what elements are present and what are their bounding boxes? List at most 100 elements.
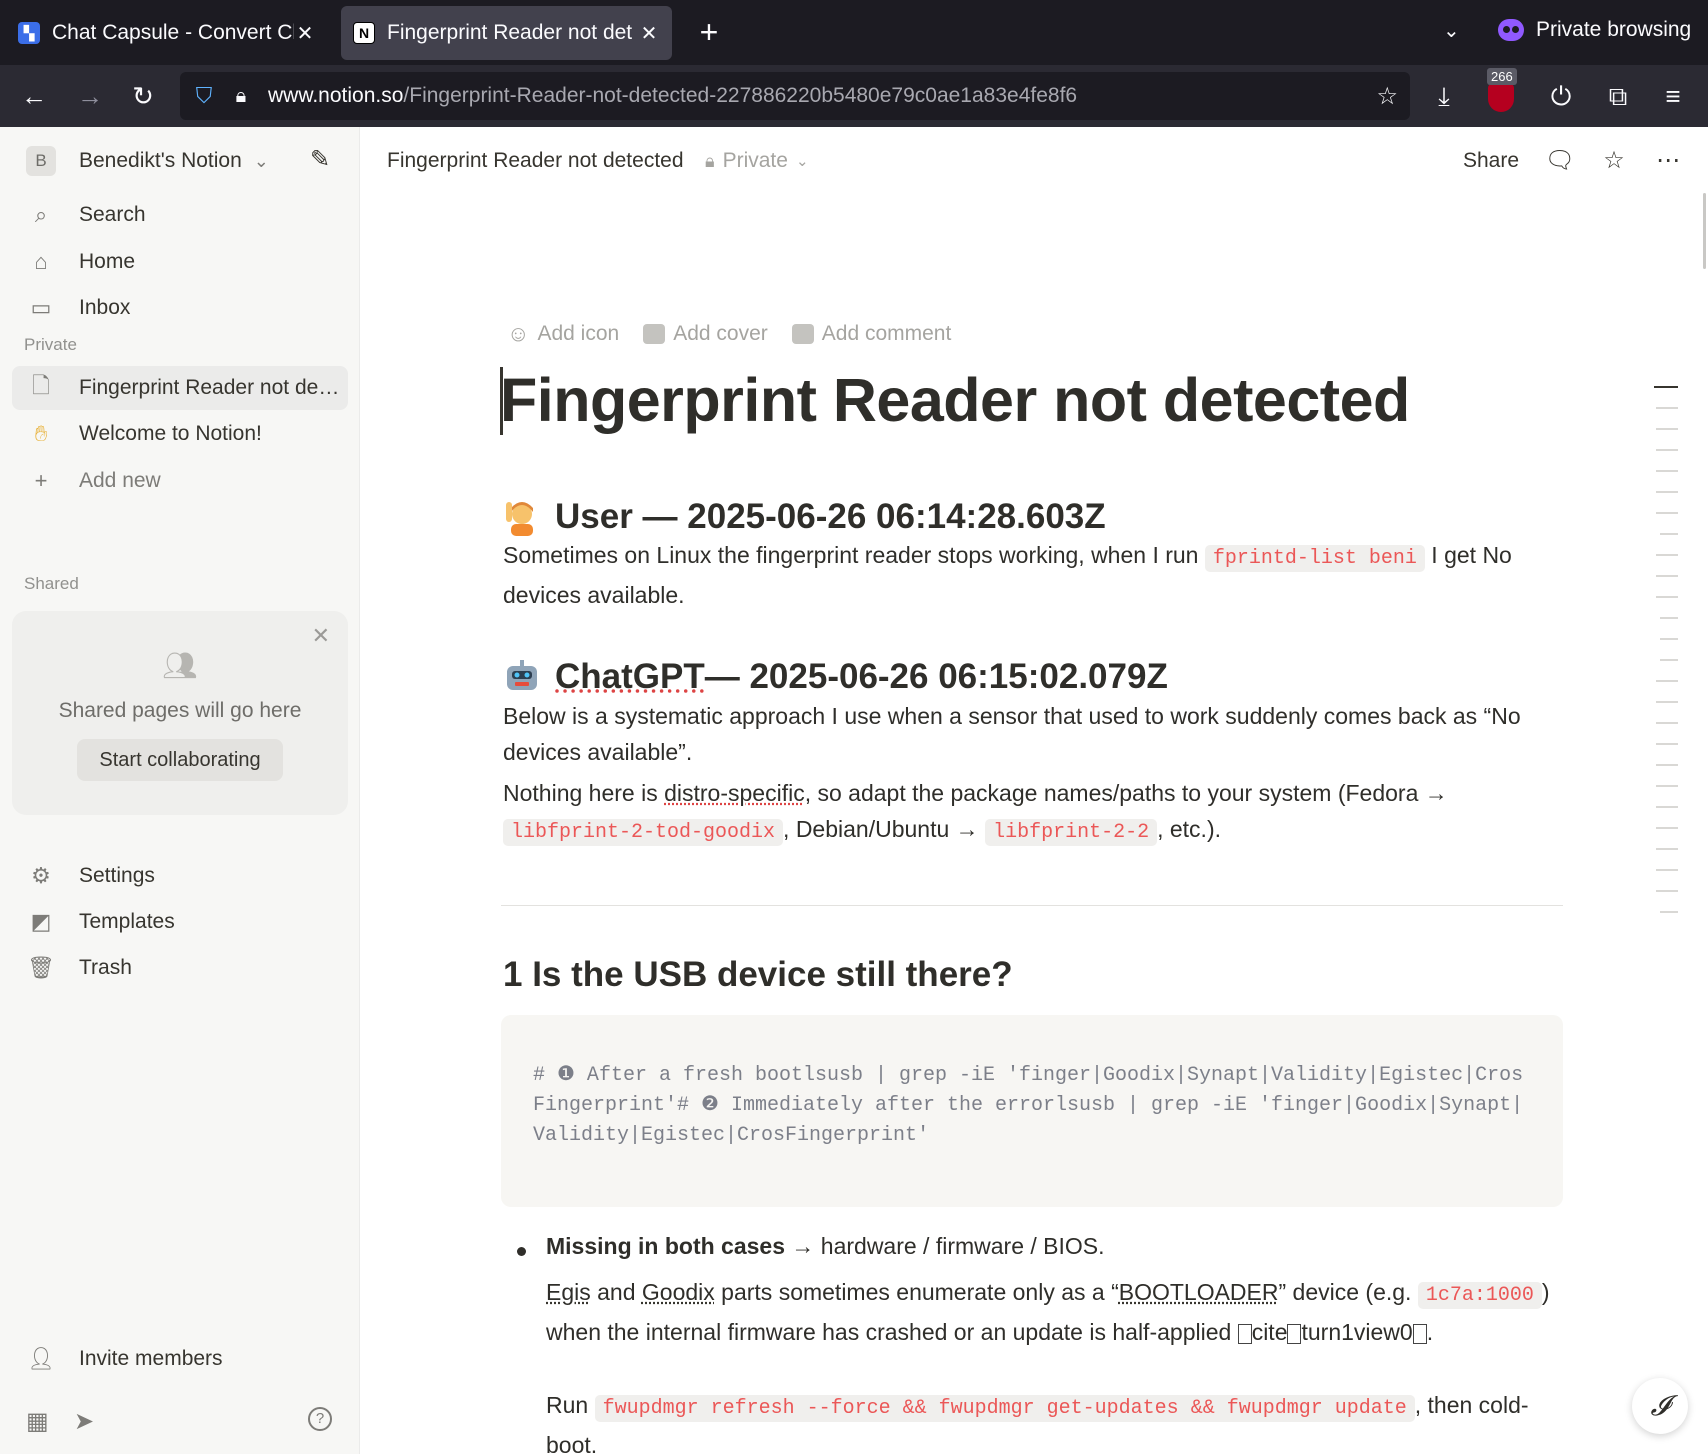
notion-ai-button[interactable]: 𝓘 <box>1632 1378 1688 1434</box>
close-tab-icon[interactable]: ✕ <box>294 21 316 46</box>
table-of-contents-minimap[interactable] <box>1654 386 1678 932</box>
sidebar-item-label: Home <box>79 250 136 273</box>
sidebar-add-new[interactable]: + Add new <box>12 459 348 503</box>
sidebar-item-trash[interactable]: 🗑︎ Trash <box>12 946 348 990</box>
sidebar-page-welcome[interactable]: ✋︎ Welcome to Notion! <box>12 412 348 456</box>
waving-hand-icon: ✋︎ <box>34 421 48 446</box>
image-icon <box>643 324 666 344</box>
people-icon: 👥︎ <box>162 650 198 681</box>
help-icon[interactable]: ? <box>308 1407 332 1431</box>
sidebar-item-label: Settings <box>79 864 155 887</box>
downloads-icon[interactable]: ⤓ <box>1424 76 1464 116</box>
page-icon: 🗋︎ <box>32 373 50 398</box>
add-person-icon: 👤︎ <box>27 1346 55 1371</box>
add-icon-button[interactable]: ☺ Add icon <box>507 321 619 347</box>
sidebar-page-label: Welcome to Notion! <box>79 422 262 445</box>
invite-members-button[interactable]: 👤︎ Invite members <box>12 1337 348 1381</box>
unknown-glyph-icon <box>1237 1323 1252 1344</box>
private-browsing-indicator: Private browsing <box>1498 18 1691 42</box>
sidebar-item-templates[interactable]: ◩ Templates <box>12 900 348 944</box>
tab-title: Fingerprint Reader not det <box>387 21 633 44</box>
page-actions: ☺ Add icon Add cover Add comment <box>507 321 951 347</box>
breadcrumb-page-title[interactable]: Fingerprint Reader not detected <box>387 149 684 173</box>
shared-placeholder-text: Shared pages will go here <box>58 699 302 722</box>
sidebar-item-inbox[interactable]: ▭ Inbox <box>12 286 348 330</box>
chatgpt-heading-rest: — 2025-06-26 06:15:02.079Z <box>704 657 1168 696</box>
power-icon[interactable]: ⏻ <box>1541 76 1581 116</box>
send-icon[interactable]: ➤ <box>74 1407 94 1436</box>
robot-icon <box>503 658 541 696</box>
user-message[interactable]: Sometimes on Linux the fingerprint reade… <box>503 537 1565 613</box>
bullet-item[interactable]: Missing in both cases → hardware / firmw… <box>546 1228 1566 1264</box>
inline-code: fprintd-list beni <box>1204 545 1425 572</box>
smiley-icon: ☺ <box>507 321 530 346</box>
sidebar-item-settings[interactable]: ⚙ Settings <box>12 854 348 898</box>
user-heading[interactable]: User — 2025-06-26 06:14:28.603Z <box>503 497 1106 537</box>
favorite-star-icon[interactable]: ☆ <box>1596 143 1632 179</box>
tab-title: Chat Capsule - Convert Cha <box>52 21 294 44</box>
sidebar-item-search[interactable]: ⌕ Search <box>12 193 348 237</box>
trash-icon: 🗑︎ <box>27 955 55 980</box>
add-comment-button[interactable]: Add comment <box>791 321 951 347</box>
sidebar-item-home[interactable]: ⌂ Home <box>12 240 348 284</box>
chatgpt-heading[interactable]: ChatGPT — 2025-06-26 06:15:02.079Z <box>503 657 1168 697</box>
private-section-label: Private <box>24 335 77 354</box>
chatgpt-paragraph-1[interactable]: Below is a systematic approach I use whe… <box>503 698 1565 770</box>
workspace-switcher[interactable]: B Benedikt's Notion ⌄ <box>12 139 348 183</box>
bullet-dot <box>517 1247 526 1256</box>
comments-icon[interactable]: 🗨︎ <box>1542 143 1578 179</box>
section-heading[interactable]: 1 Is the USB device still there? <box>503 955 1013 995</box>
list-all-tabs-chevron-icon[interactable]: ⌄ <box>1443 18 1460 43</box>
notion-favicon-icon: N <box>353 22 375 44</box>
private-mask-icon <box>1498 19 1524 41</box>
shared-section-label: Shared <box>24 574 79 593</box>
close-tab-icon[interactable]: ✕ <box>638 21 660 46</box>
sidebar-page-fingerprint[interactable]: 🗋︎ Fingerprint Reader not detected <box>12 366 348 410</box>
chevron-down-icon: ⌄ <box>795 153 809 170</box>
bullet-paragraph-2[interactable]: Run fwupdmgr refresh --force && fwupdmgr… <box>546 1387 1566 1454</box>
text-caret <box>500 367 503 435</box>
new-tab-button[interactable]: + <box>690 14 728 52</box>
calendar-icon[interactable]: ▦ <box>26 1407 49 1436</box>
sidebar-footer: ▦ ➤ ? <box>0 1401 360 1445</box>
sidebar-item-label: Trash <box>79 956 132 979</box>
unknown-glyph-icon <box>1287 1323 1302 1344</box>
sidebar-page-label: Fingerprint Reader not detected <box>79 376 344 399</box>
bullet-paragraph-1[interactable]: Egis and Goodix parts sometimes enumerat… <box>546 1274 1566 1350</box>
start-collaborating-button[interactable]: Start collaborating <box>77 739 283 781</box>
tracking-protection-shield-icon[interactable]: ⛉ <box>192 83 216 109</box>
inline-code: libfprint-2-2 <box>985 819 1158 846</box>
back-arrow-icon[interactable]: ← <box>14 76 54 116</box>
sidebar-item-label: Inbox <box>79 296 131 319</box>
forward-arrow-icon[interactable]: → <box>70 76 110 116</box>
invite-members-label: Invite members <box>79 1347 223 1370</box>
tab-notion-page[interactable]: N Fingerprint Reader not det ✕ <box>341 6 672 60</box>
page-title[interactable]: Fingerprint Reader not detected <box>500 365 1410 435</box>
menu-hamburger-icon[interactable]: ≡ <box>1653 76 1693 116</box>
chat-capsule-favicon-icon: ▚ <box>18 22 40 44</box>
url-bar[interactable]: ⛉ 🔒︎ www.notion.so/Fingerprint-Reader-no… <box>180 72 1410 120</box>
url-text[interactable]: www.notion.so/Fingerprint-Reader-not-det… <box>268 84 1077 108</box>
tab-chat-capsule[interactable]: ▚ Chat Capsule - Convert Cha ✕ <box>6 6 328 60</box>
inbox-icon: ▭ <box>30 295 52 320</box>
add-new-label: Add new <box>79 469 161 492</box>
add-cover-button[interactable]: Add cover <box>643 321 768 347</box>
more-options-icon[interactable]: ⋯ <box>1650 143 1686 179</box>
privacy-dropdown[interactable]: 🔒︎ Private ⌄ <box>705 149 809 173</box>
home-icon: ⌂ <box>34 249 48 274</box>
scrollbar-thumb[interactable] <box>1703 193 1706 269</box>
comment-icon <box>791 324 814 344</box>
ublock-origin-icon[interactable] <box>1488 84 1514 112</box>
code-block[interactable]: # ❶ After a fresh bootlsusb | grep -iE '… <box>501 1015 1563 1207</box>
chevron-down-icon: ⌄ <box>253 150 269 171</box>
lock-icon[interactable]: 🔒︎ <box>230 85 252 108</box>
notion-sidebar: B Benedikt's Notion ⌄ ✎ ⌕ Search ⌂ Home … <box>0 127 360 1454</box>
chatgpt-paragraph-2[interactable]: Nothing here is distro-specific, so adap… <box>503 775 1565 851</box>
new-page-icon[interactable]: ✎ <box>310 145 330 174</box>
reload-icon[interactable]: ↻ <box>123 76 163 116</box>
extensions-icon[interactable]: ⧉ <box>1598 76 1638 116</box>
close-icon[interactable]: ✕ <box>312 623 330 649</box>
templates-icon: ◩ <box>30 909 52 934</box>
bookmark-star-icon[interactable]: ☆ <box>1376 82 1398 111</box>
share-button[interactable]: Share <box>1463 149 1519 173</box>
